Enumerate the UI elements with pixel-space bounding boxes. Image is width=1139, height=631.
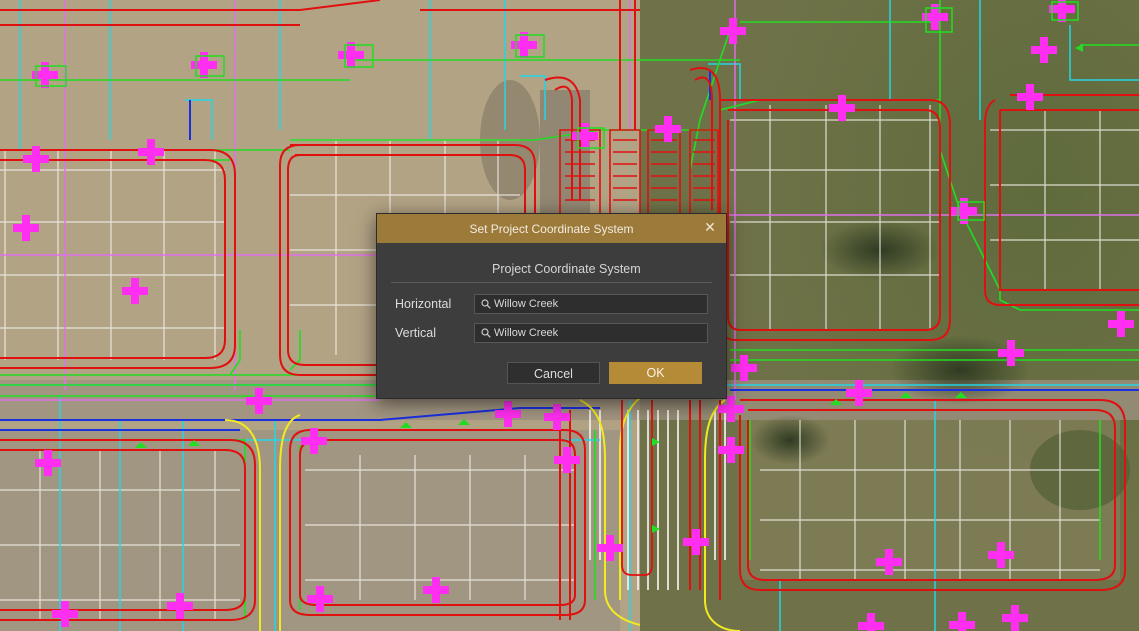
vertical-label: Vertical xyxy=(395,326,436,340)
dialog-title: Set Project Coordinate System xyxy=(469,221,634,236)
dialog-titlebar[interactable]: Set Project Coordinate System ✕ xyxy=(377,214,726,243)
set-project-coordinate-system-dialog: Set Project Coordinate System ✕ Project … xyxy=(376,213,727,399)
search-icon xyxy=(481,328,491,338)
ok-button[interactable]: OK xyxy=(609,362,702,384)
section-title: Project Coordinate System xyxy=(492,262,641,276)
cancel-button[interactable]: Cancel xyxy=(507,362,600,384)
horizontal-row: Horizontal xyxy=(395,293,708,315)
vertical-search-field[interactable] xyxy=(474,323,708,343)
search-icon xyxy=(481,299,491,309)
vertical-input[interactable] xyxy=(494,327,694,339)
section-header: Project Coordinate System xyxy=(391,256,712,283)
close-icon[interactable]: ✕ xyxy=(702,219,718,235)
horizontal-label: Horizontal xyxy=(395,297,452,311)
horizontal-search-field[interactable] xyxy=(474,294,708,314)
horizontal-input[interactable] xyxy=(494,298,694,310)
vertical-row: Vertical xyxy=(395,322,708,344)
